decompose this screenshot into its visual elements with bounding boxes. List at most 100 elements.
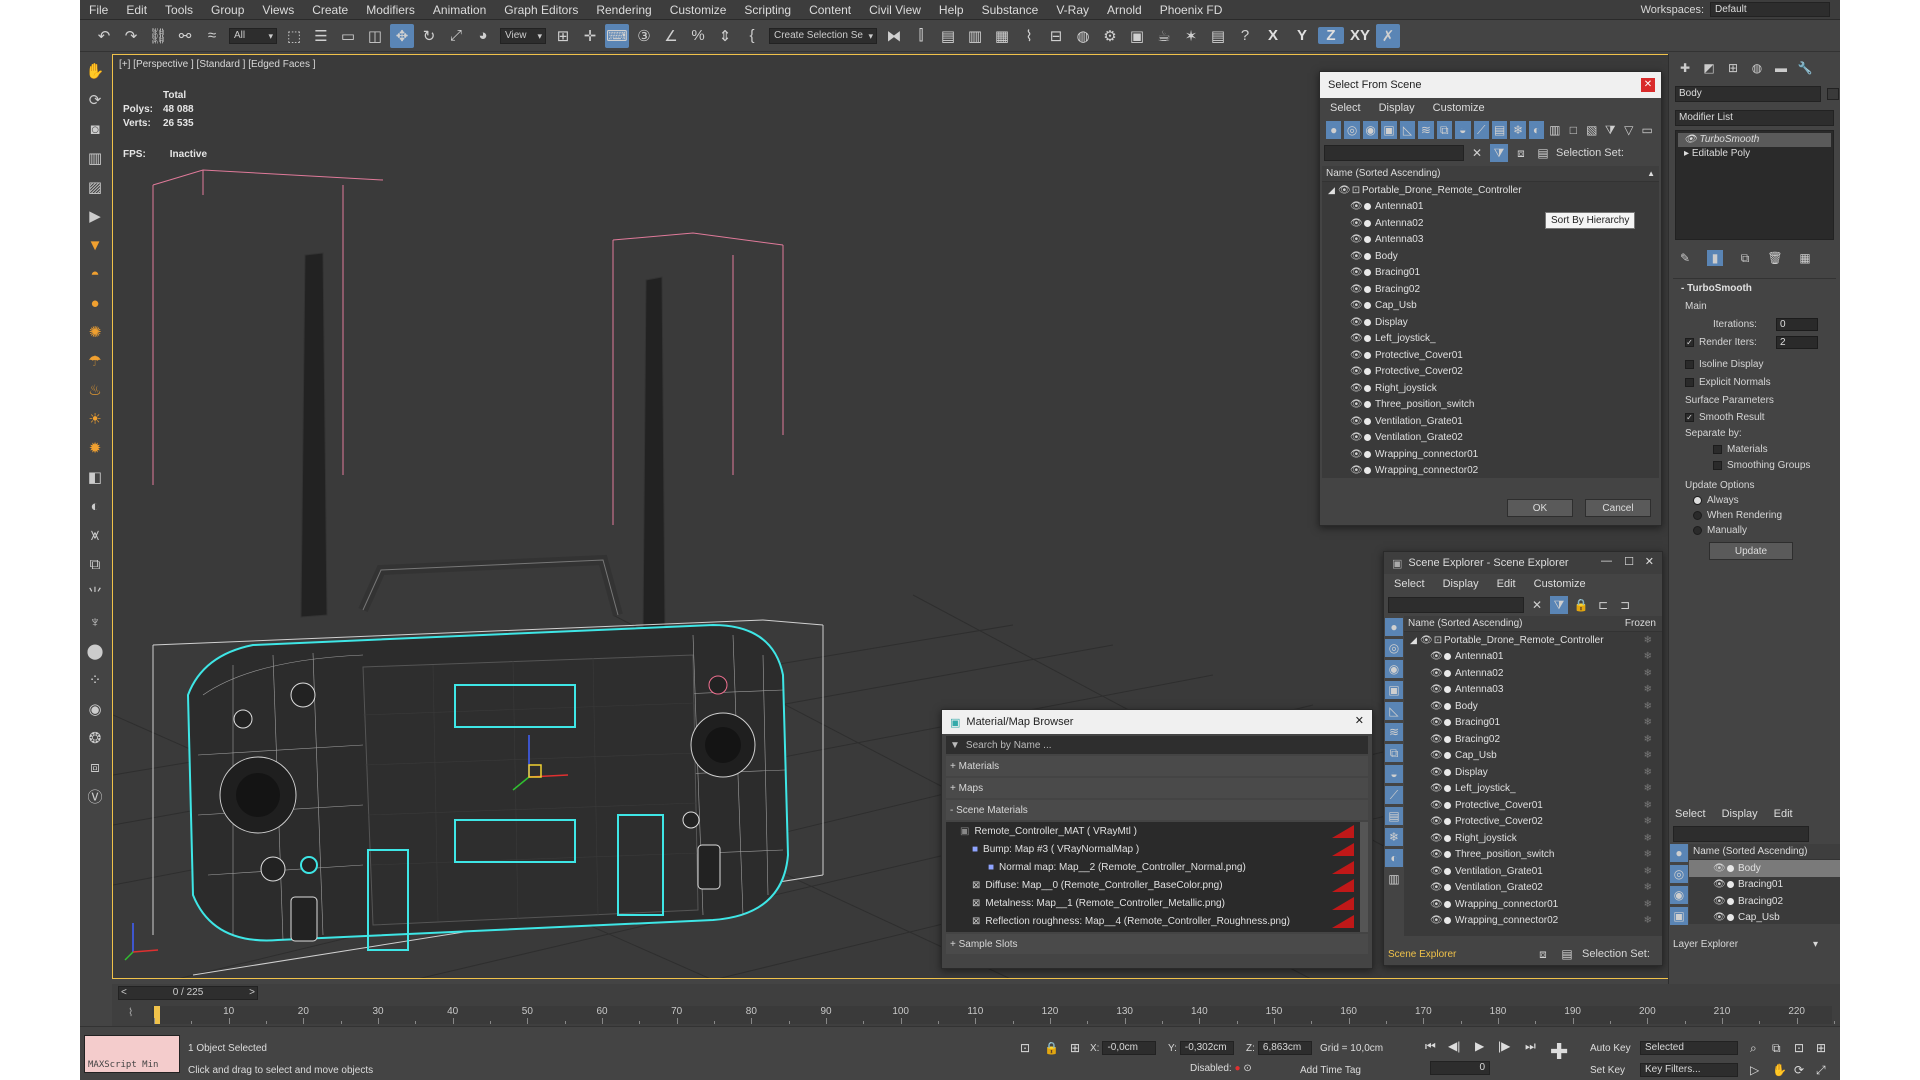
layers-icon[interactable]: ⧈ — [1534, 945, 1552, 963]
fur-icon[interactable]: ⩙ — [84, 524, 106, 546]
render-iters-checkbox[interactable]: ✓ — [1685, 337, 1694, 347]
eye-icon[interactable]: 👁 — [1350, 383, 1363, 394]
layers-icon[interactable]: ⧈ — [1512, 144, 1530, 162]
tree-item-body[interactable]: 👁 Body — [1322, 248, 1659, 265]
tree-item-body[interactable]: 👁 Body ❄ — [1404, 698, 1662, 715]
tree-item-three-position-switch[interactable]: 👁 Three_position_switch ❄ — [1404, 847, 1662, 864]
eye-icon[interactable]: 👁 — [1350, 234, 1363, 245]
zoom-icon[interactable]: ⌕ — [1750, 1041, 1757, 1056]
coord-y-field[interactable]: -0,302cm — [1179, 1041, 1234, 1055]
freeze-icon[interactable]: ❄ — [1644, 800, 1652, 811]
freeze-icon[interactable]: ❄ — [1644, 833, 1652, 844]
zoom-all-icon[interactable]: ⧉ — [1772, 1041, 1781, 1056]
render-setup-icon[interactable]: ⚙ — [1098, 24, 1122, 48]
material-tree-item[interactable]: ■ Bump: Map #3 ( VRayNormalMap ) — [946, 840, 1368, 858]
menu-tools[interactable]: Tools — [156, 3, 202, 17]
eye-icon[interactable]: 👁 — [1713, 863, 1726, 874]
freeze-icon[interactable]: ❄ — [1644, 816, 1652, 827]
hierarchy-tab-icon[interactable]: ⊞ — [1725, 60, 1741, 76]
select-from-scene-menu-display[interactable]: Display — [1379, 102, 1415, 114]
tree-item-antenna02[interactable]: 👁 Antenna02 ❄ — [1404, 665, 1662, 682]
container-filter-icon[interactable]: ▤ — [1385, 807, 1403, 825]
frozen-filter-icon[interactable]: ❄ — [1510, 121, 1526, 139]
layer-search-input[interactable] — [1673, 826, 1809, 842]
menu-help[interactable]: Help — [930, 3, 973, 17]
eye-icon[interactable]: 👁 — [1350, 416, 1363, 427]
menu-phoenix-fd[interactable]: Phoenix FD — [1151, 3, 1232, 17]
spacewarp-filter-icon[interactable]: ≋ — [1418, 121, 1434, 139]
menu-v-ray[interactable]: V-Ray — [1047, 3, 1098, 17]
tree-item-protective-cover01[interactable]: 👁 Protective_Cover01 ❄ — [1404, 797, 1662, 814]
eye-icon[interactable]: 👁 — [1430, 849, 1443, 860]
tree-item-display[interactable]: 👁 Display ❄ — [1404, 764, 1662, 781]
minimize-icon[interactable]: — — [1601, 555, 1612, 567]
orbit-icon[interactable]: ⟳ — [84, 89, 106, 111]
scene-explorer-icon[interactable]: ▤ — [936, 24, 960, 48]
eye-icon[interactable]: 👁 — [1430, 767, 1443, 778]
tree-item-cap-usb[interactable]: 👁 Cap_Usb ❄ — [1404, 748, 1662, 765]
layer-explorer-icon[interactable]: ▥ — [963, 24, 987, 48]
cancel-button[interactable]: Cancel — [1585, 499, 1651, 517]
tree-item-wrapping-connector02[interactable]: 👁 Wrapping_connector02 — [1322, 463, 1659, 480]
show-end-result-icon[interactable]: ▮ — [1707, 250, 1723, 266]
tree-item-bracing02[interactable]: 👁 Bracing02 ❄ — [1404, 731, 1662, 748]
record-dot-icon[interactable]: ● — [1234, 1063, 1240, 1074]
explicit-normals-checkbox[interactable] — [1685, 377, 1694, 387]
help-icon[interactable]: ? — [1233, 24, 1257, 48]
tree-item-bracing02[interactable]: 👁 Bracing02 — [1322, 281, 1659, 298]
dropdown-arrow-icon[interactable]: ▾ — [1813, 939, 1818, 950]
prev-frame-icon[interactable]: < — [121, 987, 127, 999]
stack-item-editable-poly[interactable]: ▸ Editable Poly — [1678, 147, 1831, 161]
eye-icon[interactable]: 👁 — [1350, 201, 1363, 212]
eye-icon[interactable]: 👁 — [1338, 185, 1351, 196]
tree-item-bracing01[interactable]: 👁 Bracing01 ❄ — [1404, 715, 1662, 732]
menu-civil-view[interactable]: Civil View — [860, 3, 930, 17]
freeze-icon[interactable]: ❄ — [1644, 701, 1652, 712]
scene-explorer-menu-select[interactable]: Select — [1394, 578, 1425, 590]
dropdown-arrow-icon[interactable]: ▼ — [950, 740, 960, 751]
eye-icon[interactable]: 👁 — [1430, 882, 1443, 893]
perspective-viewport[interactable]: [+] [Perspective ] [Standard ] [Edged Fa… — [112, 54, 1752, 979]
curve-toggle-icon[interactable]: ⌇ — [128, 1006, 133, 1019]
tree-item-bracing01[interactable]: 👁 Bracing01 — [1689, 877, 1840, 894]
eye-icon[interactable]: 👁 — [1350, 317, 1363, 328]
camera-filter-icon[interactable]: ▣ — [1385, 681, 1403, 699]
eye-icon[interactable]: 👁 — [1430, 833, 1443, 844]
tree-item-wrapping-connector02[interactable]: 👁 Wrapping_connector02 ❄ — [1404, 913, 1662, 930]
geometry-filter-icon[interactable]: ● — [1326, 121, 1342, 139]
display-all-icon[interactable]: ▥ — [1547, 121, 1562, 139]
unlink-icon[interactable]: ⚯ — [173, 24, 197, 48]
tree-item-cap-usb[interactable]: 👁 Cap_Usb — [1322, 298, 1659, 315]
axis-x-button[interactable]: X — [1260, 27, 1286, 44]
eye-icon[interactable]: 👁 — [1430, 668, 1443, 679]
mesh-icon[interactable]: ◉ — [84, 698, 106, 720]
eye-icon[interactable]: 👁 — [1350, 432, 1363, 443]
viewport-label[interactable]: [+] [Perspective ] [Standard ] [Edged Fa… — [119, 59, 316, 70]
eye-icon[interactable]: 👁 — [1430, 783, 1443, 794]
tree-item-body[interactable]: 👁 Body — [1689, 860, 1840, 877]
pin-stack-icon[interactable]: ✎ — [1677, 250, 1693, 266]
eye-icon[interactable]: 👁 — [1430, 899, 1443, 910]
tree-item-protective-cover02[interactable]: 👁 Protective_Cover02 ❄ — [1404, 814, 1662, 831]
zoom-extents-all-icon[interactable]: ⊞ — [1816, 1041, 1826, 1055]
tree-root-row[interactable]: ◢ 👁 ⊡ Portable_Drone_Remote_Controller — [1322, 182, 1659, 199]
percent-snap-icon[interactable]: % — [686, 24, 710, 48]
modify-tab-icon[interactable]: ◩ — [1701, 60, 1717, 76]
tree-icon[interactable]: ⊏ — [1594, 596, 1612, 614]
tree-collapse-icon[interactable]: ⊐ — [1616, 596, 1634, 614]
tree-item-right-joystick[interactable]: 👁 Right_joystick ❄ — [1404, 830, 1662, 847]
menu-customize[interactable]: Customize — [661, 3, 736, 17]
angle-snap-icon[interactable]: ∠ — [659, 24, 683, 48]
tree-item-left-joystick-[interactable]: 👁 Left_joystick_ — [1322, 331, 1659, 348]
materials-section[interactable]: + Materials — [946, 756, 1368, 776]
axis-xy-button[interactable]: XY — [1347, 27, 1373, 44]
eye-icon[interactable]: 👁 — [1713, 912, 1726, 923]
scene-explorer-footer-label[interactable]: Scene Explorer — [1388, 949, 1528, 960]
layer-light-filter-icon[interactable]: ◉ — [1670, 886, 1688, 904]
layer-shape-filter-icon[interactable]: ◎ — [1670, 865, 1688, 883]
foam-icon[interactable]: ❂ — [84, 727, 106, 749]
menu-substance[interactable]: Substance — [973, 3, 1048, 17]
menu-group[interactable]: Group — [202, 3, 253, 17]
iterations-spinner[interactable]: 0 — [1776, 317, 1818, 331]
freeze-icon[interactable]: ❄ — [1644, 734, 1652, 745]
